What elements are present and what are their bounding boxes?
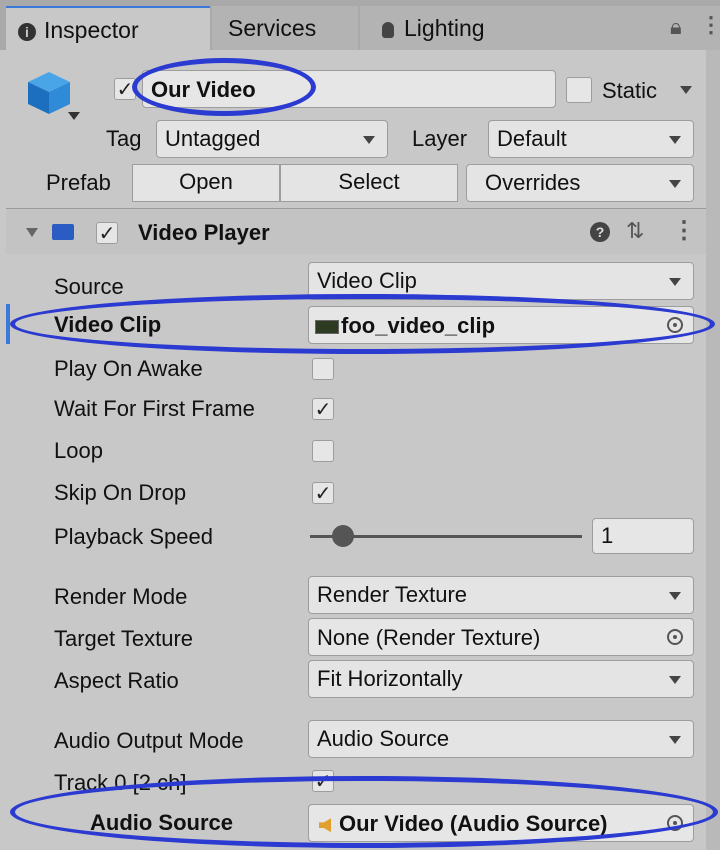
playback-speed-label: Playback Speed: [54, 524, 213, 549]
object-picker-icon[interactable]: [667, 629, 683, 645]
wait-first-frame-toggle[interactable]: ✓: [312, 398, 334, 421]
playback-speed-slider-thumb[interactable]: [332, 525, 354, 547]
chevron-down-icon: [669, 736, 681, 744]
audio-output-mode-label: Audio Output Mode: [54, 728, 244, 753]
render-mode-dropdown[interactable]: Render Texture: [308, 576, 694, 614]
tab-menu-icon[interactable]: ⋮: [700, 12, 720, 38]
target-texture-value: None (Render Texture): [317, 625, 541, 650]
chevron-down-icon[interactable]: [68, 112, 80, 120]
aspect-ratio-value: Fit Horizontally: [317, 666, 463, 691]
static-toggle[interactable]: [566, 77, 592, 103]
checkmark-icon: ✓: [314, 399, 332, 421]
checkmark-icon: ✓: [98, 223, 116, 245]
chevron-down-icon: [669, 278, 681, 286]
play-on-awake-toggle[interactable]: [312, 358, 334, 380]
chevron-down-icon: [669, 180, 681, 188]
render-mode-value: Render Texture: [317, 582, 468, 607]
foldout-arrow-icon[interactable]: [26, 228, 38, 237]
prefab-label: Prefab: [46, 170, 111, 195]
aspect-ratio-dropdown[interactable]: Fit Horizontally: [308, 660, 694, 698]
wait-first-frame-label: Wait For First Frame: [54, 396, 255, 421]
audio-output-mode-dropdown[interactable]: Audio Source: [308, 720, 694, 758]
tab-bar-filler: [540, 6, 720, 50]
render-mode-label: Render Mode: [54, 584, 188, 609]
layer-label: Layer: [412, 126, 468, 151]
component-menu-icon[interactable]: ⋮: [672, 216, 696, 245]
tag-value: Untagged: [165, 126, 261, 151]
tab-lighting[interactable]: Lighting: [360, 6, 540, 50]
static-caret-icon[interactable]: [680, 86, 692, 94]
source-label: Source: [54, 274, 124, 299]
tab-inspector[interactable]: i Inspector: [6, 6, 210, 50]
checkmark-icon: ✓: [314, 483, 332, 505]
target-texture-field[interactable]: None (Render Texture): [308, 618, 694, 656]
presets-icon[interactable]: ⇅: [626, 218, 644, 244]
lock-icon[interactable]: 🔒︎: [670, 14, 682, 40]
tab-services[interactable]: Services: [212, 6, 358, 50]
playback-speed-input[interactable]: 1: [592, 518, 694, 554]
play-on-awake-label: Play On Awake: [54, 356, 203, 381]
chevron-down-icon: [363, 136, 375, 144]
layer-value: Default: [497, 126, 567, 151]
chevron-down-icon: [669, 592, 681, 600]
help-icon[interactable]: ?: [590, 222, 610, 242]
gameobject-cube-icon[interactable]: [24, 66, 74, 116]
source-value: Video Clip: [317, 268, 417, 293]
lightbulb-icon: [382, 21, 394, 38]
annotation-oval-name: [132, 58, 316, 116]
static-dropdown[interactable]: Static: [602, 76, 657, 106]
video-player-icon: [52, 224, 74, 240]
annotation-oval-video-clip: [10, 294, 715, 354]
overrides-value: Overrides: [485, 170, 581, 195]
prefab-overrides-dropdown[interactable]: Overrides: [466, 164, 694, 202]
target-texture-label: Target Texture: [54, 626, 194, 651]
skip-on-drop-toggle[interactable]: ✓: [312, 482, 334, 505]
info-icon: i: [18, 22, 36, 41]
annotation-oval-audio-source: [10, 776, 718, 848]
prefab-select-button[interactable]: Select: [280, 164, 458, 202]
aspect-ratio-label: Aspect Ratio: [54, 668, 179, 693]
component-enabled-toggle[interactable]: ✓: [96, 222, 118, 245]
scrollbar[interactable]: [706, 50, 720, 850]
skip-on-drop-label: Skip On Drop: [54, 480, 187, 505]
chevron-down-icon: [669, 676, 681, 684]
prefab-open-button[interactable]: Open: [132, 164, 280, 202]
layer-dropdown[interactable]: Default: [488, 120, 694, 158]
tag-dropdown[interactable]: Untagged: [156, 120, 388, 158]
loop-toggle[interactable]: [312, 440, 334, 462]
divider: [6, 208, 706, 209]
component-title: Video Player: [138, 220, 270, 245]
chevron-down-icon: [669, 136, 681, 144]
tag-label: Tag: [106, 126, 142, 151]
audio-output-mode-value: Audio Source: [317, 726, 450, 751]
loop-label: Loop: [54, 438, 103, 463]
